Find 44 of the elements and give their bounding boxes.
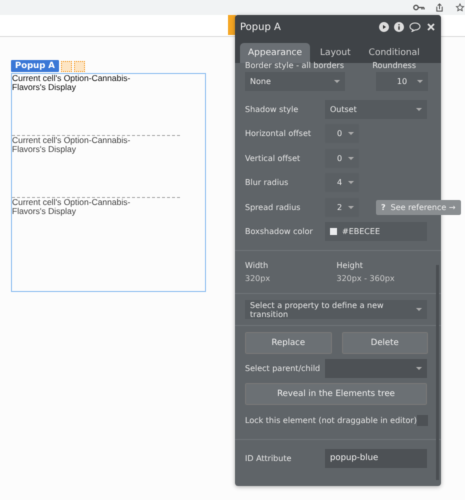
value-dropdown[interactable]: 2 — [325, 198, 359, 217]
field-label: Shadow style — [245, 104, 300, 114]
play-icon[interactable] — [379, 22, 389, 32]
field-label: Roundness — [372, 61, 416, 70]
reference-tooltip[interactable]: ? See reference → — [376, 200, 461, 215]
action-button[interactable]: Replace — [245, 332, 332, 354]
panel-tab[interactable]: Layout — [312, 43, 359, 63]
transition-dropdown[interactable]: Select a property to define a new transition — [245, 300, 427, 319]
field-label: Border style - all borders — [245, 61, 344, 70]
field-label: Horizontal offset — [245, 129, 312, 138]
element-tag[interactable]: Popup A — [11, 60, 59, 72]
field-label: Blur radius — [245, 178, 290, 188]
key-icon[interactable] — [413, 3, 425, 12]
reveal-button[interactable]: Reveal in the Elements tree — [245, 382, 427, 404]
field-label: Spread radius — [245, 202, 302, 212]
cell-text: Current cell's Option-Cannabis-Flavors's Display — [12, 136, 132, 154]
roundness-dropdown[interactable]: 10 — [376, 72, 428, 91]
value-dropdown[interactable]: 0 — [325, 124, 359, 144]
checkbox-label: Lock this element (not draggable in editor) — [245, 416, 417, 426]
border-style-dropdown[interactable]: None — [245, 72, 345, 91]
close-icon[interactable] — [426, 22, 436, 32]
field-label: Vertical offset — [245, 154, 302, 163]
field-label: Boxshadow color — [245, 227, 314, 236]
cell-text: Current cell's Option-Cannabis-Flavors's Display — [12, 74, 132, 92]
value-dropdown[interactable]: 4 — [325, 173, 359, 192]
comment-icon[interactable] — [409, 22, 421, 32]
field-label: Height — [336, 261, 364, 270]
value-dropdown[interactable]: 0 — [325, 148, 359, 168]
info-icon[interactable] — [394, 22, 404, 32]
id-input[interactable]: popup-blue — [325, 448, 427, 468]
panel-title: Popup A — [240, 22, 282, 32]
color-field[interactable]: #EBECEE — [325, 222, 427, 242]
action-button[interactable]: Delete — [342, 332, 428, 354]
share-icon[interactable] — [435, 3, 444, 12]
height-value: 320px - 360px — [336, 274, 396, 283]
field-label: Width — [245, 261, 270, 270]
panel-tab[interactable]: Conditional — [360, 43, 428, 63]
panel-tab[interactable]: Appearance — [240, 43, 310, 63]
field-label: ID Attribute — [245, 454, 292, 463]
star-icon[interactable] — [455, 3, 465, 12]
cell-text: Current cell's Option-Cannabis-Flavors's Display — [12, 198, 132, 216]
shadow-style-dropdown[interactable]: Outset — [325, 100, 427, 119]
width-value: 320px — [245, 274, 272, 283]
field-label: Select parent/child — [245, 364, 322, 373]
